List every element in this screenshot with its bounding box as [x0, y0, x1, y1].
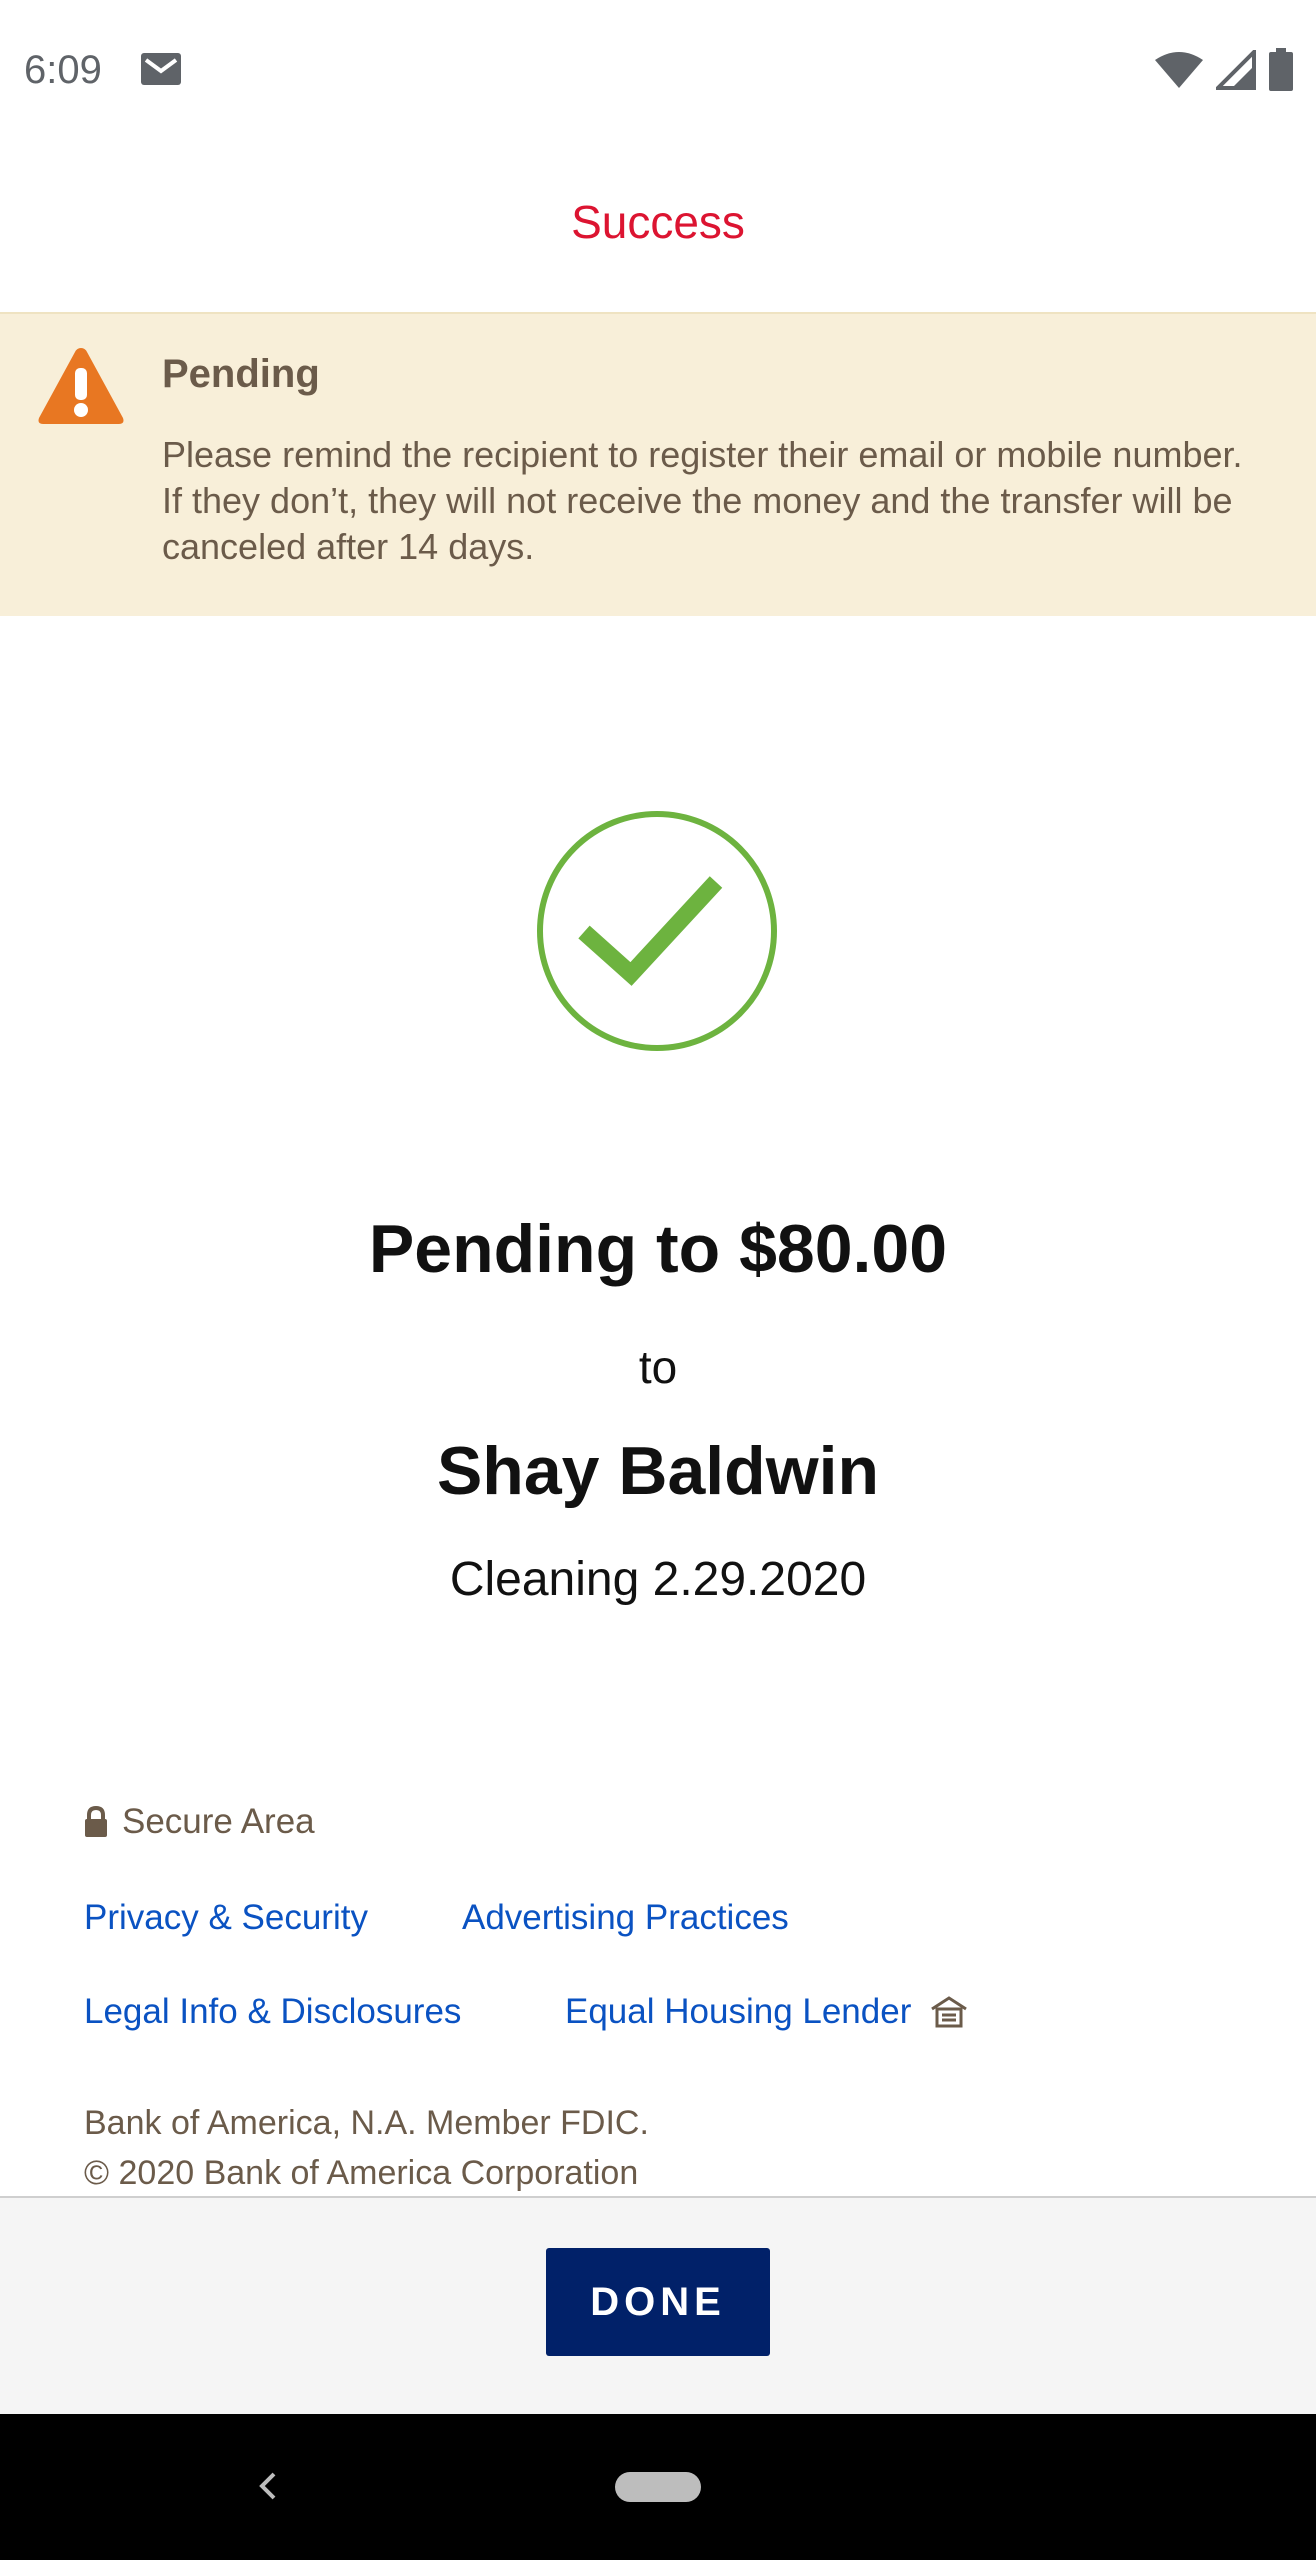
banner-message: Please remind the recipient to register … — [162, 434, 1243, 567]
advertising-practices-link[interactable]: Advertising Practices — [462, 1898, 789, 1938]
equal-housing-label: Equal Housing Lender — [565, 1992, 912, 2031]
banner-title: Pending — [162, 352, 320, 396]
status-icons — [1154, 48, 1294, 92]
pending-banner: Pending Please remind the recipient to r… — [0, 312, 1316, 616]
warning-icon — [38, 348, 124, 424]
secure-area-label: Secure Area — [122, 1802, 315, 1841]
check-circle-icon — [537, 811, 777, 1051]
copyright-line-1: Bank of America, N.A. Member FDIC. — [84, 2104, 649, 2142]
done-button[interactable]: DONE — [546, 2248, 770, 2356]
signal-icon — [1216, 50, 1256, 90]
battery-icon — [1269, 48, 1293, 91]
lock-icon — [85, 1806, 107, 1837]
navigation-bar — [0, 2414, 1316, 2560]
wifi-icon — [1155, 52, 1203, 88]
privacy-security-link[interactable]: Privacy & Security — [84, 1898, 368, 1938]
secure-area: Secure Area — [84, 1802, 315, 1842]
mail-icon — [141, 53, 181, 85]
legal-info-link[interactable]: Legal Info & Disclosures — [84, 1992, 461, 2032]
house-icon — [931, 1996, 968, 2028]
page-title: Success — [571, 196, 745, 248]
status-bar: 6:09 — [0, 0, 1316, 145]
action-bar: DONE — [0, 2196, 1316, 2414]
copyright: Bank of America, N.A. Member FDIC. © 202… — [84, 2098, 649, 2198]
transfer-memo: Cleaning 2.29.2020 — [449, 1553, 867, 1606]
to-label: to — [638, 1341, 678, 1393]
equal-housing-lender-link[interactable]: Equal Housing Lender — [565, 1992, 969, 2032]
copyright-line-2: © 2020 Bank of America Corporation — [84, 2154, 639, 2192]
home-pill[interactable] — [615, 2472, 701, 2502]
transfer-amount: Pending to $80.00 — [368, 1211, 948, 1287]
back-icon[interactable] — [252, 2462, 284, 2510]
status-time: 6:09 — [24, 48, 102, 92]
recipient-name: Shay Baldwin — [436, 1433, 880, 1509]
